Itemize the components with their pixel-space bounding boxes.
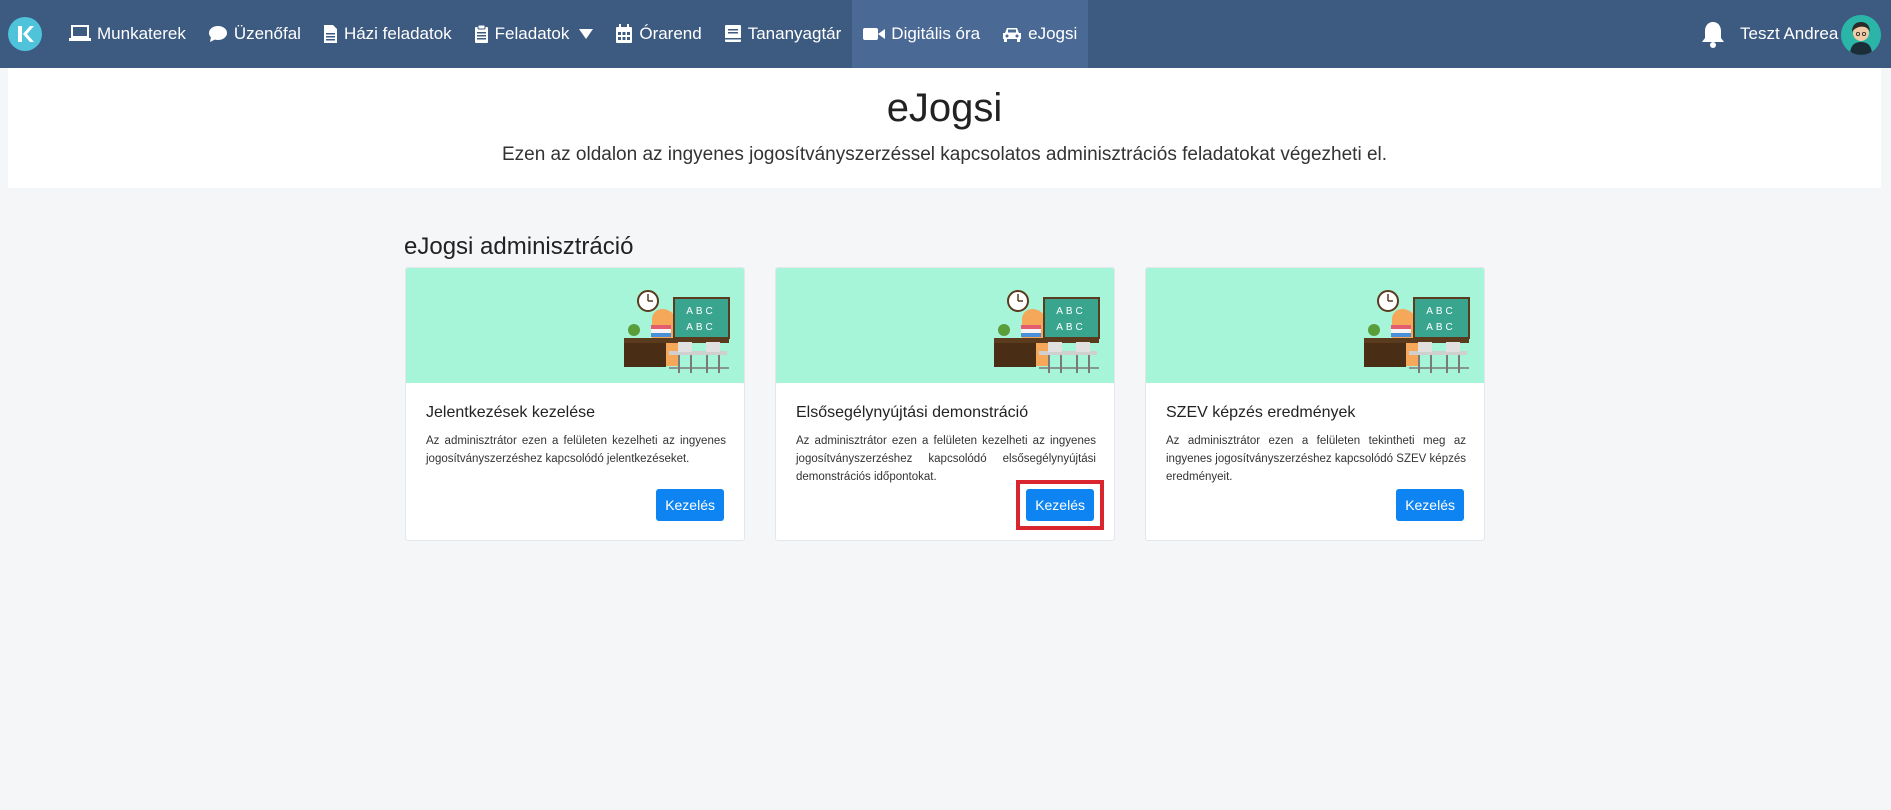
chat-bubble-icon (208, 26, 227, 42)
card-text: Az adminisztrátor ezen a felületen kezel… (426, 435, 726, 465)
page-title: eJogsi (886, 86, 1003, 130)
nav-item-label: Tananyagtár (747, 24, 842, 43)
card-text: Az adminisztrátor ezen a felületen tekin… (1166, 435, 1466, 483)
chevron-down-icon[interactable] (579, 29, 594, 39)
laptop-icon (69, 25, 91, 41)
page-subtitle: Ezen az oldalon az ingyenes jogosítványs… (501, 144, 1388, 165)
app-logo[interactable] (8, 17, 42, 51)
logo-k-icon (18, 26, 34, 42)
card-banner: ABC ABC (1146, 268, 1484, 383)
avatar[interactable] (1841, 15, 1881, 55)
nav-item-feladatok[interactable]: Feladatok (463, 0, 605, 68)
nav-menu: Munkaterek Üzenőfal Házi feladatok Felad… (58, 0, 1089, 68)
nav-item-tananyagtar[interactable]: Tananyagtár (713, 0, 853, 68)
clipboard-icon (474, 24, 488, 43)
nav-item-digitalis-ora[interactable]: Digitális óra (852, 0, 992, 68)
top-navbar: Munkaterek Üzenőfal Házi feladatok Felad… (0, 0, 1891, 68)
video-camera-icon (863, 28, 886, 40)
card-title: Elsősegélynyújtási demonstráció (796, 404, 1029, 421)
classroom-illustration-icon: ABC ABC (624, 290, 730, 373)
board-text-line-2: ABC (1426, 322, 1456, 333)
nav-item-hazi-feladatok[interactable]: Házi feladatok (312, 0, 463, 68)
nav-item-label: Digitális óra (891, 24, 981, 43)
board-text-line-1: ABC (686, 306, 716, 317)
card-title: Jelentkezések kezelése (426, 404, 595, 421)
card-szev: ABC ABC SZEV képzés eredmények Az admini… (1145, 267, 1485, 541)
nav-item-ejogsi[interactable]: eJogsi (991, 0, 1089, 68)
page-header: eJogsi Ezen az oldalon az ingyenes jogos… (8, 68, 1881, 188)
user-name[interactable]: Teszt Andrea (1740, 24, 1838, 44)
board-text-line-2: ABC (686, 322, 716, 333)
notification-bell-icon[interactable] (1700, 20, 1726, 48)
kezeles-button[interactable]: Kezelés (656, 489, 724, 521)
calendar-icon (616, 24, 633, 43)
nav-item-label: Órarend (639, 24, 702, 43)
nav-item-label: Munkaterek (97, 24, 186, 43)
classroom-illustration-icon: ABC ABC (1364, 290, 1470, 373)
board-text-line-2: ABC (1056, 322, 1086, 333)
book-icon (724, 25, 741, 42)
kezeles-button[interactable]: Kezelés (1396, 489, 1464, 521)
nav-item-label: eJogsi (1028, 24, 1078, 43)
nav-item-orarend[interactable]: Órarend (604, 0, 712, 68)
nav-item-munkaterek[interactable]: Munkaterek (58, 0, 197, 68)
highlight-box (1016, 480, 1104, 530)
section-title: eJogsi adminisztráció (404, 233, 634, 260)
card-banner: ABC ABC (406, 268, 744, 383)
nav-item-label: Üzenőfal (233, 24, 301, 43)
card-banner: ABC ABC (776, 268, 1114, 383)
board-text-line-1: ABC (1426, 306, 1456, 317)
classroom-illustration-icon: ABC ABC (994, 290, 1100, 373)
card-title: SZEV képzés eredmények (1166, 404, 1356, 421)
card-jelentkezesek: ABC ABC Jelentkezések kezelése Az admini… (405, 267, 745, 541)
nav-item-label: Feladatok (494, 24, 570, 43)
document-icon (323, 25, 337, 43)
nav-item-label: Házi feladatok (343, 24, 452, 43)
board-text-line-1: ABC (1056, 306, 1086, 317)
user-avatar-icon (1841, 15, 1881, 55)
car-icon (1003, 28, 1022, 42)
card-text: Az adminisztrátor ezen a felületen kezel… (796, 435, 1096, 483)
nav-item-uzenofal[interactable]: Üzenőfal (197, 0, 312, 68)
